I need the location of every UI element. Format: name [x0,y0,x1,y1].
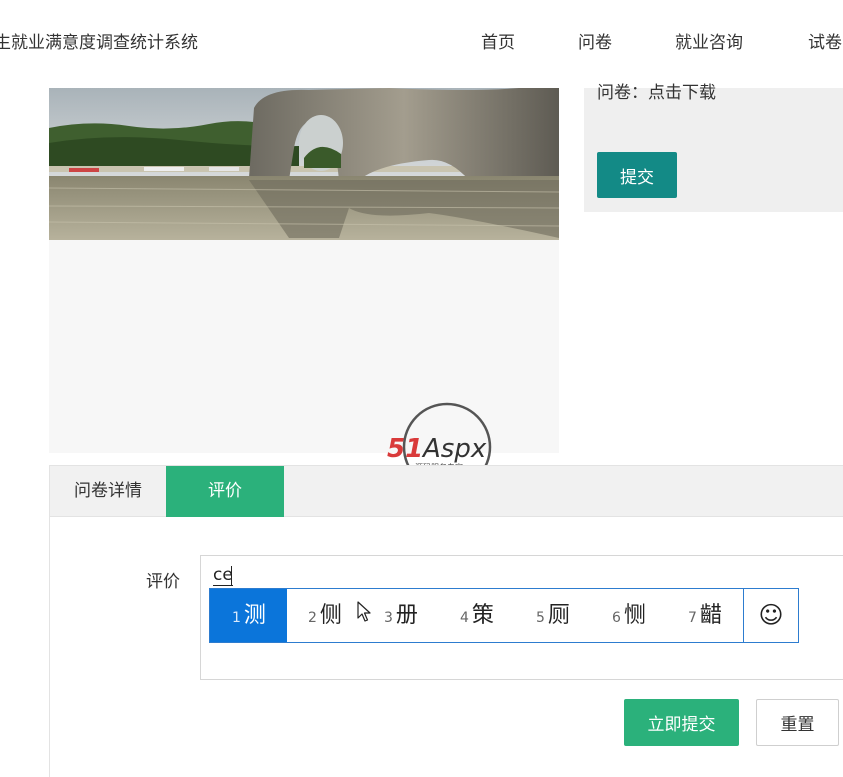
main-nav: 首页 问卷 就业咨询 试卷 [0,28,843,53]
emoji-icon[interactable]: ☺ [744,589,798,642]
ime-candidate-1[interactable]: 1测 [210,589,287,642]
ime-candidate-4[interactable]: 4策 [460,589,494,642]
review-typed-text: ce [213,565,233,586]
watermark-brand-suffix: Aspx [421,434,487,464]
questionnaire-download-link[interactable]: 问卷：点击下载 [597,78,716,103]
questionnaire-cover-image [49,88,559,240]
ime-candidate-window: 1测 2侧 3册 4策 5厕 6恻 7齰 ☺ [209,588,799,643]
nav-item-home[interactable]: 首页 [481,28,515,53]
reset-button[interactable]: 重置 [756,699,839,746]
ime-candidate-5[interactable]: 5厕 [536,589,570,642]
ime-candidate-3[interactable]: 3册 [384,589,418,642]
tab-review[interactable]: 评价 [166,466,284,517]
mouse-pointer-icon [357,601,371,627]
nav-item-exam[interactable]: 试卷 [808,28,842,53]
submit-now-button[interactable]: 立即提交 [624,699,739,746]
tab-questionnaire-details[interactable]: 问卷详情 [50,466,166,517]
submit-button[interactable]: 提交 [597,152,677,198]
site-header: 生就业满意度调查统计系统 首页 问卷 就业咨询 试卷 [0,0,843,88]
questionnaire-info-panel: 问卷：点击下载 提交 [584,83,843,212]
ime-candidate-6[interactable]: 6恻 [612,589,646,642]
text-caret [231,566,232,586]
review-label: 评价 [146,572,180,592]
nav-item-questionnaire[interactable]: 问卷 [578,28,612,53]
ime-candidate-2[interactable]: 2侧 [308,589,342,642]
nav-item-employment-consulting[interactable]: 就业咨询 [675,28,743,53]
ime-candidate-7[interactable]: 7齰 [688,589,722,642]
watermark-brand-prefix: 51 [387,434,423,464]
detail-tabs: 问卷详情 评价 [49,465,843,517]
